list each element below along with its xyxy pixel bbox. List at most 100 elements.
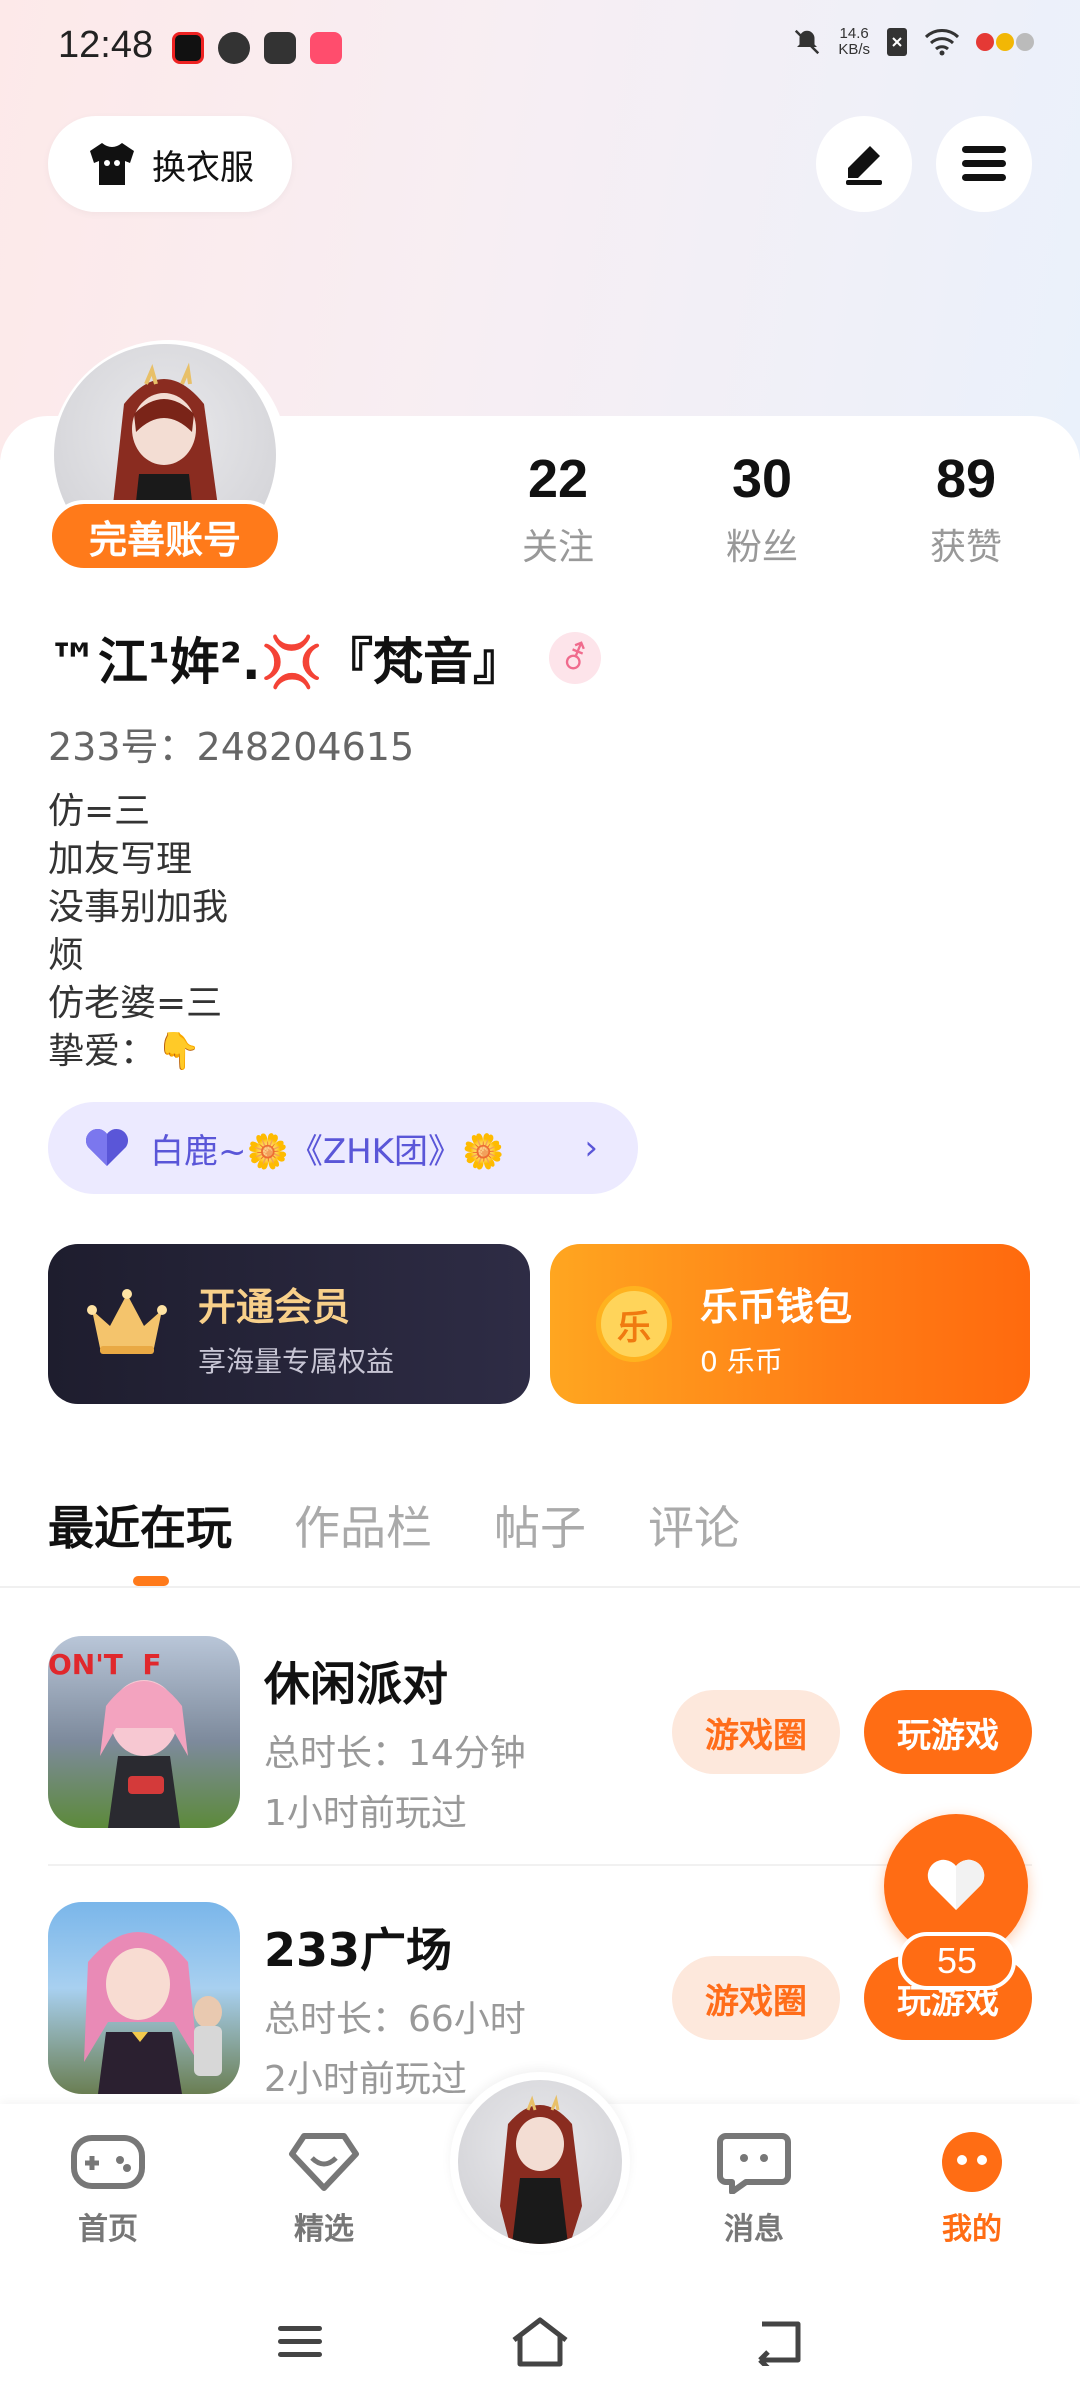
game-row[interactable]: ON'T F 休闲派对 总时长：14分钟 1小时前玩过 游戏圈 玩游戏 xyxy=(48,1636,1032,1834)
stat-followers[interactable]: 30 粉丝 xyxy=(692,448,832,570)
complete-account-badge[interactable]: 完善账号 xyxy=(48,500,282,572)
game-title: 休闲派对 xyxy=(264,1657,448,1711)
tab-comments[interactable]: 评论 xyxy=(648,1492,740,1558)
gender-icon: ⚦ xyxy=(549,632,602,684)
vip-subtitle: 享海量专属权益 xyxy=(198,1345,395,1378)
net-speed-unit: KB/s xyxy=(838,41,870,58)
nav-home-label: 首页 xyxy=(78,2212,138,2247)
tab-divider xyxy=(0,1586,1080,1588)
bio-line: 烦 xyxy=(48,935,85,976)
chat-icon xyxy=(717,2133,791,2195)
game-character-icon xyxy=(100,1680,188,1828)
battery-dots xyxy=(976,33,1034,51)
game-total-time: 总时长：14分钟 xyxy=(264,1733,526,1774)
menu-button[interactable] xyxy=(936,116,1032,212)
stat-likes-label: 获赞 xyxy=(929,527,1002,568)
wifi-icon xyxy=(924,29,960,56)
nav-center-avatar[interactable] xyxy=(458,2080,622,2244)
heart-icon xyxy=(927,1859,985,1910)
bio-line: 仿=三 xyxy=(48,791,151,832)
nav-featured[interactable]: 精选 xyxy=(264,2130,384,2248)
play-game-button[interactable]: 玩游戏 xyxy=(864,1690,1032,1774)
game-thumbnail xyxy=(48,1902,240,2094)
bio-line: 加友写理 xyxy=(48,839,193,880)
tab-posts[interactable]: 帖子 xyxy=(494,1492,586,1558)
nickname: ™江¹姩².💢『梵音』 xyxy=(48,633,524,691)
heart-gem-icon xyxy=(289,2133,359,2191)
tab-works[interactable]: 作品栏 xyxy=(294,1492,432,1558)
stat-followers-value: 30 xyxy=(731,449,793,509)
notification-icons xyxy=(172,32,342,64)
row-divider xyxy=(48,1864,1032,1866)
mute-icon xyxy=(795,29,820,55)
edit-profile-button[interactable] xyxy=(816,116,912,212)
coin-title: 乐币钱包 xyxy=(700,1285,853,1329)
nav-messages[interactable]: 消息 xyxy=(694,2130,814,2248)
game-circle-button[interactable]: 游戏圈 xyxy=(672,1956,840,2040)
coin-wallet-card[interactable]: 乐 乐币钱包 0 乐币 xyxy=(550,1244,1030,1404)
avatar-character-icon xyxy=(500,2094,582,2244)
home-icon[interactable] xyxy=(510,2316,570,2368)
nav-home[interactable]: 首页 xyxy=(48,2130,168,2248)
crown-icon xyxy=(87,1289,167,1354)
heart-icon xyxy=(85,1128,129,1166)
back-icon[interactable] xyxy=(752,2318,804,2366)
nav-messages-label: 消息 xyxy=(724,2212,784,2247)
pointing-down-icon: 👇 xyxy=(156,1031,201,1072)
video-icon xyxy=(172,32,204,64)
group-chip[interactable]: 白鹿~🌼《ZHK团》🌼 › xyxy=(48,1102,638,1194)
bio-line-last: 挚爱：👇 xyxy=(48,1028,228,1076)
bio: 仿=三 加友写理 没事别加我 烦 仿老婆=三 挚爱：👇 xyxy=(48,788,228,1076)
nav-me-label: 我的 xyxy=(942,2212,1002,2247)
app-icon xyxy=(310,32,342,64)
status-time: 12:48 xyxy=(58,24,154,66)
game-character-icon xyxy=(84,1932,222,2094)
change-outfit-button[interactable]: 换衣服 xyxy=(48,116,292,212)
dot-yellow xyxy=(996,33,1014,51)
bio-line: 挚爱： xyxy=(48,1031,157,1072)
user-id: 233号：248204615 xyxy=(48,725,415,769)
game-title: 233广场 xyxy=(264,1923,453,1977)
game-last-played: 1小时前玩过 xyxy=(264,1793,467,1834)
mail-icon xyxy=(264,32,296,64)
bio-line: 没事别加我 xyxy=(48,887,229,928)
hamburger-icon xyxy=(962,146,1006,181)
pen-icon xyxy=(846,146,882,185)
stat-likes[interactable]: 89 获赞 xyxy=(896,448,1036,570)
vip-title: 开通会员 xyxy=(198,1285,351,1329)
gamepad-icon xyxy=(71,2135,145,2189)
stat-following-value: 22 xyxy=(527,449,589,509)
tab-recently-played[interactable]: 最近在玩 xyxy=(48,1492,232,1558)
face-icon xyxy=(942,2132,1002,2192)
bio-line: 仿老婆=三 xyxy=(48,983,223,1024)
tab-indicator xyxy=(133,1576,169,1586)
coin-char: 乐 xyxy=(617,1307,651,1348)
nickname-row: ™江¹姩².💢『梵音』 ⚦ xyxy=(48,622,602,694)
change-outfit-label: 换衣服 xyxy=(152,147,254,188)
stat-followers-label: 粉丝 xyxy=(725,527,798,568)
nav-me[interactable]: 我的 xyxy=(912,2130,1032,2248)
net-speed: 14.6 KB/s xyxy=(838,26,870,58)
system-nav-bar xyxy=(0,2280,1080,2408)
game-thumbnail: ON'T F xyxy=(48,1636,240,1828)
game-row[interactable]: 233广场 总时长：66小时 2小时前玩过 游戏圈 玩游戏 xyxy=(48,1902,1032,2100)
link-icon xyxy=(218,32,250,64)
coin-icon: 乐 xyxy=(596,1286,672,1362)
game-circle-button[interactable]: 游戏圈 xyxy=(672,1690,840,1774)
stat-following[interactable]: 22 关注 xyxy=(488,448,628,570)
profile-tabs: 最近在玩 作品栏 帖子 评论 xyxy=(48,1488,740,1558)
nav-featured-label: 精选 xyxy=(294,2212,354,2247)
shirt-icon xyxy=(90,143,134,185)
game-total-time: 总时长：66小时 xyxy=(264,1999,526,2040)
chevron-right-icon: › xyxy=(584,1128,598,1168)
stat-likes-value: 89 xyxy=(935,449,997,509)
dot-gray xyxy=(1016,33,1034,51)
recent-apps-icon[interactable] xyxy=(276,2322,324,2362)
like-count-badge: 55 xyxy=(898,1932,1016,1990)
system-icons: 14.6 KB/s xyxy=(792,26,1034,58)
game-last-played: 2小时前玩过 xyxy=(264,2059,467,2100)
vip-membership-card[interactable]: 开通会员 享海量专属权益 xyxy=(48,1244,530,1404)
stat-following-label: 关注 xyxy=(521,527,594,568)
net-speed-value: 14.6 xyxy=(839,25,869,42)
group-chip-label: 白鹿~🌼《ZHK团》🌼 xyxy=(150,1131,505,1172)
